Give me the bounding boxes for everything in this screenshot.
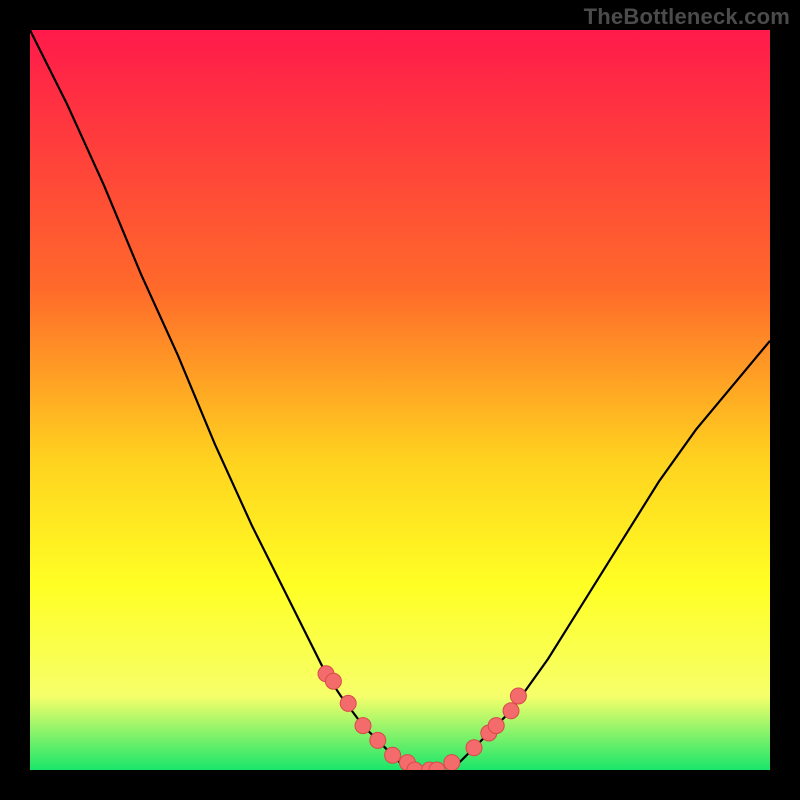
highlight-dot bbox=[466, 740, 482, 756]
highlight-dot bbox=[370, 732, 386, 748]
watermark-text: TheBottleneck.com bbox=[584, 4, 790, 30]
gradient-bg bbox=[30, 30, 770, 770]
highlight-dot bbox=[488, 718, 504, 734]
plot-area bbox=[30, 30, 770, 770]
chart-frame: TheBottleneck.com bbox=[0, 0, 800, 800]
highlight-dot bbox=[325, 673, 341, 689]
highlight-dot bbox=[355, 718, 371, 734]
highlight-dot bbox=[510, 688, 526, 704]
highlight-dot bbox=[444, 755, 460, 770]
highlight-dot bbox=[340, 695, 356, 711]
highlight-dot bbox=[503, 703, 519, 719]
highlight-dot bbox=[385, 747, 401, 763]
bottleneck-chart bbox=[30, 30, 770, 770]
